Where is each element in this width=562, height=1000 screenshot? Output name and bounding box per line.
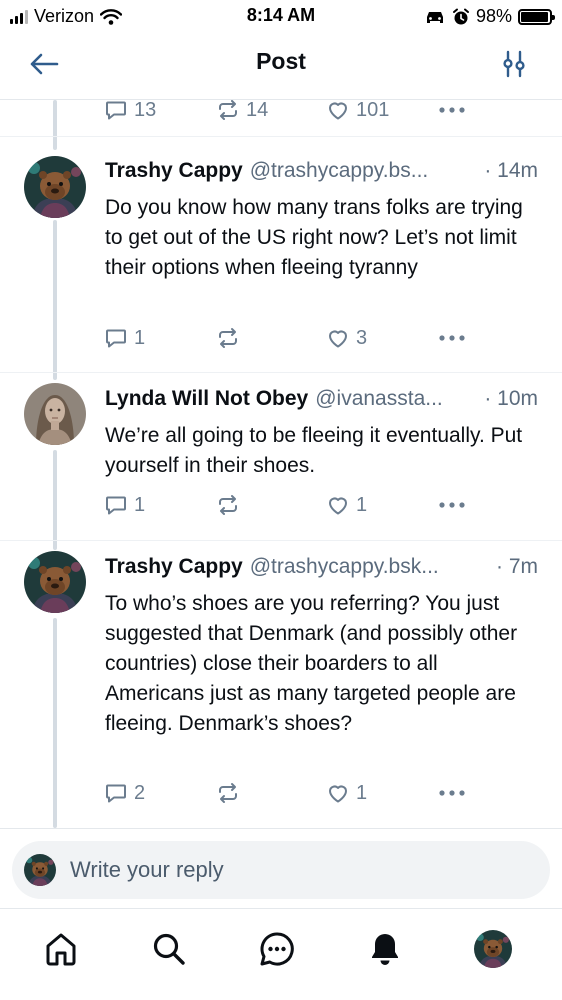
heart-icon (326, 493, 350, 517)
header: Post (0, 32, 562, 100)
battery-fill (521, 11, 549, 22)
reply-placeholder: Write your reply (70, 857, 224, 882)
repost-icon (216, 781, 240, 805)
post-item[interactable]: Trashy Cappy @trashycappy.bsk... · 7m To… (0, 541, 562, 827)
repost-count: 14 (246, 100, 269, 121)
post-text: To who’s shoes are you referring? You ju… (105, 592, 518, 735)
reply-count: 2 (134, 781, 146, 804)
alarm-icon (452, 8, 469, 24)
battery-percent: 98% (475, 6, 512, 26)
thread-feed[interactable]: 13 14 101 Trashy Cappy @trashycappy.bs..… (0, 100, 562, 828)
user-handle[interactable]: @ivanassta... (315, 387, 480, 411)
display-name[interactable]: Lynda Will Not Obey (105, 387, 308, 411)
bottom-tab-bar (0, 908, 562, 1000)
repost-button[interactable] (216, 491, 240, 519)
post-item[interactable]: Lynda Will Not Obey @ivanassta... · 10m … (0, 373, 562, 545)
repost-icon (216, 493, 240, 517)
post-item[interactable]: Trashy Cappy @trashycappy.bs... · 14m Do… (0, 137, 562, 375)
like-count: 1 (356, 781, 368, 804)
display-name[interactable]: Trashy Cappy (105, 555, 243, 579)
post-timestamp: · 10m (484, 387, 538, 410)
tab-home[interactable] (39, 927, 83, 971)
profile-avatar (474, 930, 512, 968)
reply-count: 13 (134, 100, 157, 121)
more-options-button[interactable] (438, 779, 466, 807)
post-actions: 2 1 (104, 779, 534, 807)
heart-icon (326, 781, 350, 805)
search-icon (153, 933, 185, 965)
reply-button[interactable]: 2 (104, 779, 145, 807)
tab-profile[interactable] (471, 927, 515, 971)
repost-button[interactable]: 14 (216, 100, 268, 124)
heart-icon (326, 100, 350, 122)
reply-icon (104, 493, 128, 517)
avatar[interactable] (24, 156, 86, 218)
like-count: 3 (356, 326, 368, 349)
reply-icon (104, 781, 128, 805)
repost-button[interactable] (216, 324, 240, 352)
like-button[interactable]: 101 (326, 100, 389, 124)
tab-messages[interactable] (255, 927, 299, 971)
more-icon (438, 334, 466, 342)
tab-notifications[interactable] (363, 927, 407, 971)
status-right: 98% (424, 6, 555, 27)
thread-settings-button[interactable] (494, 46, 534, 82)
reply-button[interactable]: 13 (104, 100, 156, 124)
bell-icon (372, 934, 398, 965)
like-button[interactable]: 1 (326, 779, 367, 807)
avatar[interactable] (24, 551, 86, 613)
reply-icon (104, 326, 128, 350)
like-count: 101 (356, 100, 390, 121)
more-icon (438, 106, 466, 114)
previous-post-actions: 13 14 101 (104, 100, 534, 124)
more-options-button[interactable] (438, 491, 466, 519)
more-icon (438, 501, 466, 509)
user-handle[interactable]: @trashycappy.bsk... (250, 555, 492, 579)
reply-composer-bar: Write your reply (0, 828, 562, 908)
post-header: Lynda Will Not Obey @ivanassta... · 10m (105, 387, 538, 411)
post-actions: 1 1 (104, 491, 534, 519)
repost-icon (216, 100, 240, 122)
reply-count: 1 (134, 493, 146, 516)
more-icon (438, 789, 466, 797)
post-text: We’re all going to be fleeing it eventua… (105, 424, 523, 477)
user-handle[interactable]: @trashycappy.bs... (250, 159, 481, 183)
reply-icon (104, 100, 128, 122)
post-header: Trashy Cappy @trashycappy.bs... · 14m (105, 159, 538, 183)
chat-icon (260, 932, 294, 966)
post-timestamp: · 7m (496, 555, 538, 578)
avatar[interactable] (24, 383, 86, 445)
post-header: Trashy Cappy @trashycappy.bsk... · 7m (105, 555, 538, 579)
repost-button[interactable] (216, 779, 240, 807)
tab-search[interactable] (147, 927, 191, 971)
more-options-button[interactable] (438, 100, 466, 124)
like-count: 1 (356, 493, 368, 516)
like-button[interactable]: 1 (326, 491, 367, 519)
post-actions: 1 3 (104, 324, 534, 352)
home-icon (46, 933, 76, 966)
status-bar: Verizon 8:14 AM 98% (0, 0, 562, 32)
battery-icon (518, 8, 555, 25)
more-options-button[interactable] (438, 324, 466, 352)
reply-button[interactable]: 1 (104, 491, 145, 519)
display-name[interactable]: Trashy Cappy (105, 159, 243, 183)
reply-input[interactable]: Write your reply (12, 841, 550, 899)
heart-icon (326, 326, 350, 350)
page-title: Post (256, 48, 306, 74)
repost-icon (216, 326, 240, 350)
avatar (24, 854, 56, 886)
reply-count: 1 (134, 326, 146, 349)
post-timestamp: · 14m (484, 159, 538, 182)
reply-button[interactable]: 1 (104, 324, 145, 352)
car-icon (426, 11, 443, 23)
sliders-icon (503, 50, 525, 78)
like-button[interactable]: 3 (326, 324, 367, 352)
post-text: Do you know how many trans folks are try… (105, 196, 523, 279)
